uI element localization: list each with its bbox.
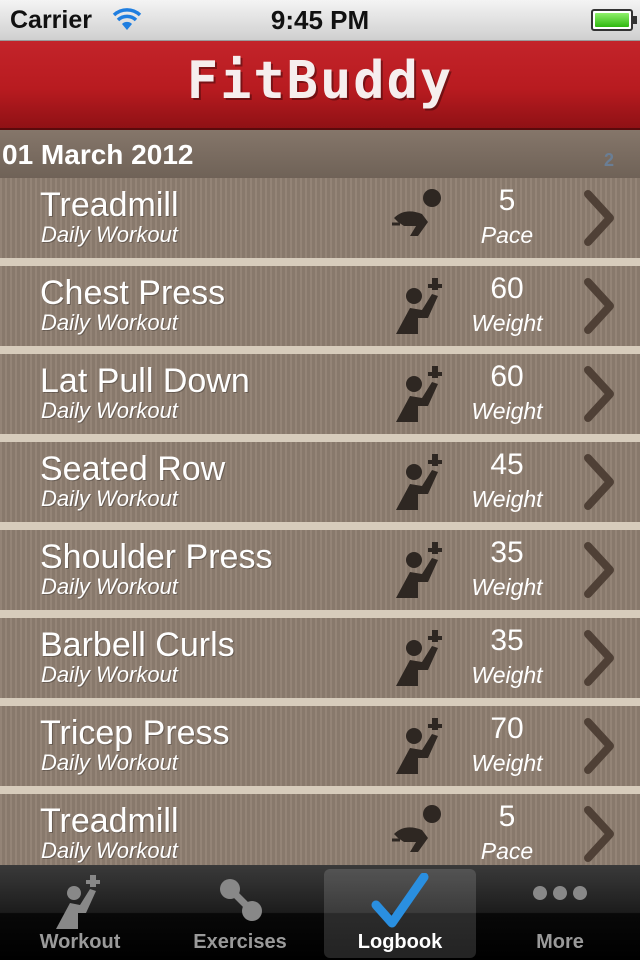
weights-icon — [388, 272, 452, 336]
section-date: 01 March 2012 — [2, 139, 194, 170]
exercise-name: Seated Row — [40, 450, 226, 488]
exercise-unit: Weight — [471, 750, 543, 776]
exercise-name: Tricep Press — [40, 714, 230, 752]
workout-name: Daily Workout — [41, 662, 178, 687]
exercise-name: Treadmill — [40, 802, 179, 840]
chevron-right-icon[interactable] — [582, 278, 616, 334]
table-row[interactable]: Treadmill Daily Workout 5 Pace — [0, 794, 640, 865]
exercise-name: Shoulder Press — [40, 538, 273, 576]
section-header: 01 March 2012 2 — [0, 130, 640, 178]
logbook-list[interactable]: 01 March 2012 2 Treadmill Daily Workout 5 P… — [0, 130, 640, 865]
more-dots-icon — [530, 873, 590, 929]
tab-label: Logbook — [357, 931, 443, 953]
exercise-value: 35 — [490, 624, 524, 657]
tab-label: Workout — [39, 931, 121, 953]
workout-name: Daily Workout — [41, 486, 178, 511]
workout-name: Daily Workout — [41, 398, 178, 423]
exercise-unit: Weight — [471, 662, 543, 688]
weights-icon — [388, 536, 452, 600]
workout-name: Daily Workout — [41, 574, 178, 599]
chevron-right-icon[interactable] — [582, 542, 616, 598]
chevron-right-icon[interactable] — [582, 806, 616, 862]
exercise-name: Barbell Curls — [40, 626, 235, 664]
table-row[interactable]: Tricep Press Daily Workout 70 Weight — [0, 706, 640, 794]
table-row[interactable]: Treadmill Daily Workout 5 Pace — [0, 178, 640, 266]
treadmill-icon — [388, 800, 452, 864]
chevron-right-icon[interactable] — [582, 454, 616, 510]
app-header: FitBuddy — [0, 41, 640, 130]
workout-name: Daily Workout — [41, 838, 178, 863]
exercise-unit: Weight — [471, 574, 543, 600]
section-count: 2 — [603, 150, 614, 170]
exercise-name: Lat Pull Down — [40, 362, 250, 400]
exercise-unit: Pace — [480, 838, 534, 864]
tab-bar: Workout Exercises Logbook More — [0, 865, 640, 960]
exercise-value: 70 — [490, 712, 524, 745]
status-bar: Carrier 9:45 PM — [0, 0, 640, 41]
weights-icon — [388, 712, 452, 776]
exercise-value: 5 — [498, 800, 516, 833]
table-row[interactable]: Lat Pull Down Daily Workout 60 Weight — [0, 354, 640, 442]
workout-name: Daily Workout — [41, 222, 178, 247]
exercise-name: Treadmill — [40, 186, 179, 224]
app-logo: FitBuddy — [186, 51, 454, 111]
treadmill-icon — [388, 184, 452, 248]
exercise-unit: Pace — [480, 222, 534, 248]
weights-icon — [388, 624, 452, 688]
workout-rows: Treadmill Daily Workout 5 Pace Chest Press Da… — [0, 178, 640, 865]
table-row[interactable]: Barbell Curls Daily Workout 35 Weight — [0, 618, 640, 706]
exercise-value: 60 — [490, 360, 524, 393]
chevron-right-icon[interactable] — [582, 718, 616, 774]
exercise-unit: Weight — [471, 486, 543, 512]
tab-label: Exercises — [193, 931, 287, 953]
status-time: 9:45 PM — [270, 5, 370, 35]
exercise-unit: Weight — [471, 398, 543, 424]
tab-exercises[interactable]: Exercises — [160, 865, 320, 960]
dumbbell-icon — [210, 873, 270, 929]
exercise-unit: Weight — [471, 310, 543, 336]
chevron-right-icon[interactable] — [582, 190, 616, 246]
exercise-name: Chest Press — [40, 274, 226, 312]
battery-icon — [591, 9, 637, 31]
table-row[interactable]: Seated Row Daily Workout 45 Weight — [0, 442, 640, 530]
chevron-right-icon[interactable] — [582, 630, 616, 686]
exercise-value: 5 — [498, 184, 516, 217]
exercise-value: 45 — [490, 448, 524, 481]
weights-icon — [388, 360, 452, 424]
tab-workout[interactable]: Workout — [0, 865, 160, 960]
tab-logbook[interactable]: Logbook — [320, 865, 480, 960]
workout-icon — [50, 873, 110, 929]
table-row[interactable]: Chest Press Daily Workout 60 Weight — [0, 266, 640, 354]
checkmark-icon — [370, 872, 430, 929]
weights-icon — [388, 448, 452, 512]
exercise-value: 60 — [490, 272, 524, 305]
chevron-right-icon[interactable] — [582, 366, 616, 422]
exercise-value: 35 — [490, 536, 524, 569]
workout-name: Daily Workout — [41, 750, 178, 775]
tab-label: More — [536, 931, 584, 953]
workout-name: Daily Workout — [41, 310, 178, 335]
tab-more[interactable]: More — [480, 865, 640, 960]
table-row[interactable]: Shoulder Press Daily Workout 35 Weight — [0, 530, 640, 618]
